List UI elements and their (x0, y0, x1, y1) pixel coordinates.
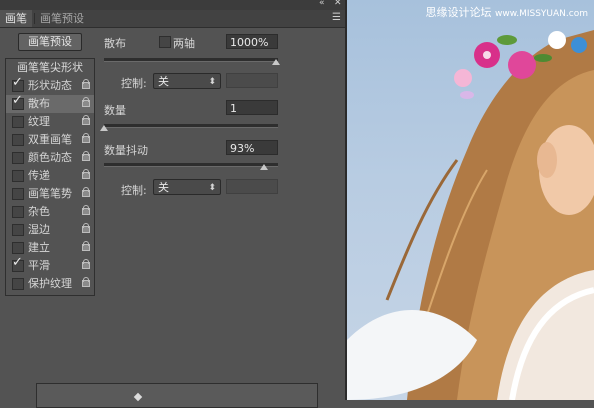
dropdown-arrows-icon: ⬍ (208, 183, 216, 193)
lock-icon[interactable] (82, 187, 90, 197)
lock-icon[interactable] (82, 151, 90, 161)
count-jitter-slider-handle[interactable] (260, 164, 268, 170)
count-label: 数量 (104, 104, 126, 117)
sidebar-item-wet-edges[interactable]: 湿边 (6, 221, 94, 239)
count-jitter-control-dropdown[interactable]: 关 ⬍ (153, 179, 221, 195)
flower (454, 69, 472, 87)
ear-shape (537, 142, 557, 178)
sidebar-item-protect-texture[interactable]: 保护纹理 (6, 275, 94, 293)
count-slider[interactable] (104, 124, 278, 128)
checkmark-icon: ✓ (12, 255, 23, 270)
scatter-label: 散布 (104, 37, 126, 50)
sidebar-item-label: 画笔笔势 (28, 187, 72, 200)
sidebar-item-label: 双重画笔 (28, 133, 72, 146)
brush-presets-button[interactable]: 画笔预设 (18, 33, 82, 51)
tab-brush[interactable]: 画笔 (0, 10, 32, 27)
checkbox[interactable] (12, 170, 24, 182)
canvas-photo[interactable]: 思缘设计论坛 www.MISSYUAN.com (347, 0, 594, 400)
count-slider-handle[interactable] (100, 125, 108, 131)
sidebar-item-label: 形状动态 (28, 79, 72, 92)
watermark-url: www.MISSYUAN.com (494, 9, 588, 19)
sidebar-item-label: 颜色动态 (28, 151, 72, 164)
flower (571, 37, 587, 53)
both-axes-checkbox[interactable] (159, 36, 171, 48)
lock-icon[interactable] (82, 223, 90, 233)
close-icon[interactable]: ✕ (334, 0, 342, 8)
lock-icon[interactable] (82, 79, 90, 89)
leaf (497, 35, 517, 45)
lock-icon[interactable] (82, 259, 90, 269)
sidebar-item-label: 平滑 (28, 259, 50, 272)
checkbox[interactable] (12, 224, 24, 236)
checkbox[interactable]: ✓ (12, 256, 24, 272)
checkbox[interactable] (12, 278, 24, 290)
count-jitter-control-value: 关 (158, 181, 169, 194)
scatter-control-value: 关 (158, 75, 169, 88)
count-jitter-control-label: 控制: (121, 184, 147, 197)
sidebar-item-transfer[interactable]: 传递 (6, 167, 94, 185)
sidebar-item-texture[interactable]: 纹理 (6, 113, 94, 131)
checkbox[interactable] (12, 134, 24, 146)
lock-icon[interactable] (82, 115, 90, 125)
checkbox[interactable] (12, 206, 24, 218)
brush-panel: « ✕ 画笔 画笔预设 ☰ 画笔预设 画笔笔尖形状 ✓ 形状动态 ✓ 散布 纹理… (0, 0, 345, 408)
panel-menu-icon[interactable]: ☰ (332, 12, 341, 23)
flower (548, 31, 566, 49)
watermark: 思缘设计论坛 www.MISSYUAN.com (425, 4, 588, 20)
sidebar-item-label: 杂色 (28, 205, 50, 218)
checkbox[interactable] (12, 188, 24, 200)
flower-center (483, 51, 491, 59)
sidebar-item-brush-pose[interactable]: 画笔笔势 (6, 185, 94, 203)
lock-icon[interactable] (82, 133, 90, 143)
dropdown-arrows-icon: ⬍ (208, 77, 216, 87)
sidebar-item-dual-brush[interactable]: 双重画笔 (6, 131, 94, 149)
scatter-control-dropdown[interactable]: 关 ⬍ (153, 73, 221, 89)
scatter-control-field (226, 73, 278, 88)
sidebar-item-label: 保护纹理 (28, 277, 72, 290)
checkbox[interactable]: ✓ (12, 76, 24, 92)
panel-topbar: « ✕ (0, 0, 345, 10)
count-jitter-label: 数量抖动 (104, 144, 148, 157)
scatter-value-field[interactable]: 1000% (226, 34, 278, 49)
sidebar-item-label: 湿边 (28, 223, 50, 236)
checkbox[interactable] (12, 116, 24, 128)
lock-icon[interactable] (82, 241, 90, 251)
sidebar-item-color-dynamics[interactable]: 颜色动态 (6, 149, 94, 167)
sidebar-item-scattering[interactable]: ✓ 散布 (6, 94, 94, 113)
both-axes-label: 两轴 (173, 37, 195, 50)
sidebar-item-label: 散布 (28, 97, 50, 110)
tab-brush-presets[interactable]: 画笔预设 (35, 10, 89, 27)
checkmark-icon: ✓ (12, 93, 23, 108)
leaf (534, 54, 552, 62)
tab-bar: 画笔 画笔预设 ☰ (0, 10, 345, 28)
sidebar-item-label: 建立 (28, 241, 50, 254)
lock-icon[interactable] (82, 97, 90, 107)
sidebar-item-noise[interactable]: 杂色 (6, 203, 94, 221)
checkbox[interactable] (12, 152, 24, 164)
scatter-slider-handle[interactable] (272, 59, 280, 65)
scatter-slider[interactable] (104, 58, 278, 62)
count-value-field[interactable]: 1 (226, 100, 278, 115)
photo-illustration (347, 30, 594, 400)
brush-preview (36, 383, 318, 408)
brush-options-sidebar: 画笔笔尖形状 ✓ 形状动态 ✓ 散布 纹理 双重画笔 颜色动态 传递 画笔笔势 … (5, 58, 95, 296)
sidebar-item-label: 纹理 (28, 115, 50, 128)
checkmark-icon: ✓ (12, 75, 23, 90)
flower (508, 51, 536, 79)
count-jitter-slider[interactable] (104, 163, 278, 167)
collapse-icon[interactable]: « (319, 0, 325, 8)
count-jitter-control-field (226, 179, 278, 194)
watermark-text: 思缘设计论坛 (425, 6, 492, 19)
checkbox[interactable]: ✓ (12, 94, 24, 110)
sidebar-item-label: 传递 (28, 169, 50, 182)
checkbox[interactable] (12, 242, 24, 254)
scatter-control-label: 控制: (121, 77, 147, 90)
lock-icon[interactable] (82, 169, 90, 179)
lock-icon[interactable] (82, 205, 90, 215)
count-jitter-value-field[interactable]: 93% (226, 140, 278, 155)
flower (460, 91, 474, 99)
sidebar-item-smoothing[interactable]: ✓ 平滑 (6, 256, 94, 275)
lock-icon[interactable] (82, 277, 90, 287)
